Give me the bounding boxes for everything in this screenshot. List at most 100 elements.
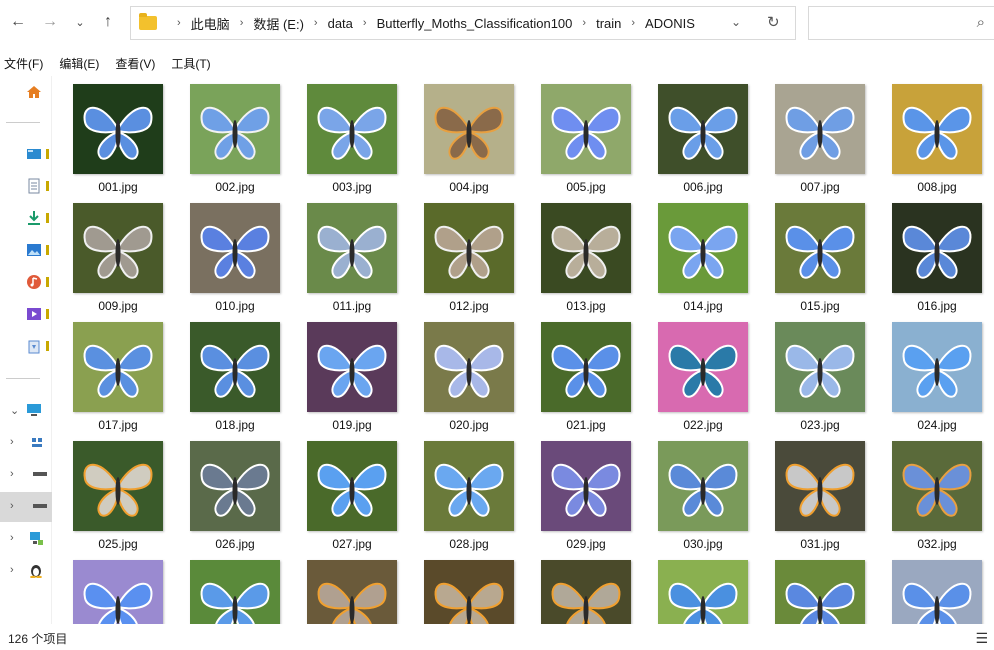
file-thumbnail[interactable] [307, 441, 397, 531]
nav-item-pictures[interactable] [0, 236, 52, 266]
file-item[interactable]: 019.jpg [288, 314, 398, 432]
file-item[interactable]: 036.jpg [405, 552, 515, 624]
breadcrumb-train[interactable]: train [596, 16, 621, 31]
file-item[interactable]: 004.jpg [405, 76, 515, 194]
chevron-right-icon[interactable]: › [10, 436, 14, 448]
nav-item-network-drive[interactable]: › [0, 524, 52, 554]
file-item[interactable]: 009.jpg [54, 195, 164, 313]
file-thumbnail[interactable] [424, 322, 514, 412]
file-thumbnail[interactable] [775, 441, 865, 531]
menu-file[interactable]: 文件(F) [0, 55, 47, 72]
file-item[interactable]: 003.jpg [288, 76, 398, 194]
file-thumbnail[interactable] [658, 84, 748, 174]
up-button[interactable]: ↑ [96, 10, 120, 34]
file-item[interactable]: 007.jpg [756, 76, 866, 194]
breadcrumb-separator-icon[interactable]: › [631, 17, 635, 29]
file-thumbnail[interactable] [775, 84, 865, 174]
file-item[interactable]: 035.jpg [288, 552, 398, 624]
menu-view[interactable]: 查看(V) [111, 55, 159, 72]
file-item[interactable]: 005.jpg [522, 76, 632, 194]
file-thumbnail[interactable] [424, 84, 514, 174]
file-thumbnail[interactable] [190, 203, 280, 293]
file-grid[interactable]: 001.jpg 002.jpg 003.jpg 004.jpg 005.jpg 006.j… [54, 76, 994, 624]
file-item[interactable]: 001.jpg [54, 76, 164, 194]
nav-item-network-location[interactable]: › [0, 428, 52, 458]
file-thumbnail[interactable] [775, 322, 865, 412]
file-thumbnail[interactable] [73, 84, 163, 174]
chevron-right-icon[interactable]: › [10, 564, 14, 576]
file-item[interactable]: 016.jpg [873, 195, 983, 313]
file-thumbnail[interactable] [658, 441, 748, 531]
details-view-button[interactable]: ☰ [975, 630, 988, 647]
menu-tools[interactable]: 工具(T) [167, 55, 214, 72]
breadcrumb-separator-icon[interactable]: › [363, 17, 367, 29]
file-thumbnail[interactable] [658, 203, 748, 293]
file-item[interactable]: 017.jpg [54, 314, 164, 432]
nav-item-home[interactable] [0, 78, 52, 108]
breadcrumb-separator-icon[interactable]: › [582, 17, 586, 29]
file-thumbnail[interactable] [190, 441, 280, 531]
breadcrumb-data[interactable]: data [328, 16, 353, 31]
file-thumbnail[interactable] [307, 84, 397, 174]
refresh-button[interactable]: ↻ [767, 13, 780, 31]
file-item[interactable]: 014.jpg [639, 195, 749, 313]
forward-button[interactable]: → [38, 10, 62, 34]
chevron-right-icon[interactable]: › [10, 468, 14, 480]
menu-edit[interactable]: 编辑(E) [55, 55, 103, 72]
nav-item-linux[interactable]: › [0, 556, 52, 586]
file-item[interactable]: 013.jpg [522, 195, 632, 313]
breadcrumb-separator-icon[interactable]: › [240, 17, 244, 29]
breadcrumb-dataset[interactable]: Butterfly_Moths_Classification100 [377, 16, 573, 31]
address-bar[interactable]: › 此电脑 › 数据 (E:) › data › Butterfly_Moths… [130, 6, 796, 40]
file-thumbnail[interactable] [658, 560, 748, 624]
file-item[interactable]: 039.jpg [756, 552, 866, 624]
file-item[interactable]: 034.jpg [171, 552, 281, 624]
chevron-right-icon[interactable]: › [10, 500, 14, 512]
file-item[interactable]: 032.jpg [873, 433, 983, 551]
chevron-down-icon[interactable]: ⌄ [10, 404, 19, 417]
nav-item-downloads[interactable] [0, 204, 52, 234]
file-thumbnail[interactable] [307, 322, 397, 412]
recent-locations-button[interactable]: ⌄ [68, 10, 92, 34]
file-item[interactable]: 020.jpg [405, 314, 515, 432]
file-thumbnail[interactable] [775, 203, 865, 293]
file-thumbnail[interactable] [892, 84, 982, 174]
file-thumbnail[interactable] [73, 203, 163, 293]
breadcrumb-this-pc[interactable]: 此电脑 [191, 14, 230, 33]
nav-item-drive-2[interactable]: › [0, 492, 52, 522]
file-thumbnail[interactable] [190, 560, 280, 624]
file-thumbnail[interactable] [775, 560, 865, 624]
file-item[interactable]: 025.jpg [54, 433, 164, 551]
file-thumbnail[interactable] [73, 441, 163, 531]
file-thumbnail[interactable] [541, 203, 631, 293]
file-thumbnail[interactable] [658, 322, 748, 412]
file-item[interactable]: 021.jpg [522, 314, 632, 432]
file-item[interactable]: 002.jpg [171, 76, 281, 194]
file-thumbnail[interactable] [307, 203, 397, 293]
file-item[interactable]: 026.jpg [171, 433, 281, 551]
navigation-pane[interactable]: ⌄ › › › › › [0, 76, 52, 624]
file-thumbnail[interactable] [541, 322, 631, 412]
file-thumbnail[interactable] [73, 560, 163, 624]
nav-item-drive-1[interactable]: › [0, 460, 52, 490]
nav-item-music[interactable] [0, 268, 52, 298]
file-item[interactable]: 027.jpg [288, 433, 398, 551]
file-thumbnail[interactable] [73, 322, 163, 412]
nav-item-this-pc[interactable]: ⌄ [0, 396, 52, 426]
nav-item-recycle-bin[interactable] [0, 332, 52, 362]
file-thumbnail[interactable] [541, 560, 631, 624]
file-item[interactable]: 028.jpg [405, 433, 515, 551]
file-item[interactable]: 006.jpg [639, 76, 749, 194]
file-thumbnail[interactable] [424, 441, 514, 531]
file-item[interactable]: 033.jpg [54, 552, 164, 624]
file-item[interactable]: 011.jpg [288, 195, 398, 313]
file-item[interactable]: 010.jpg [171, 195, 281, 313]
chevron-right-icon[interactable]: › [10, 532, 14, 544]
breadcrumb-adonis[interactable]: ADONIS [645, 16, 695, 31]
breadcrumb-separator-icon[interactable]: › [177, 17, 181, 29]
file-item[interactable]: 022.jpg [639, 314, 749, 432]
breadcrumb-separator-icon[interactable]: › [314, 17, 318, 29]
file-item[interactable]: 015.jpg [756, 195, 866, 313]
file-thumbnail[interactable] [307, 560, 397, 624]
back-button[interactable]: ← [6, 10, 30, 34]
